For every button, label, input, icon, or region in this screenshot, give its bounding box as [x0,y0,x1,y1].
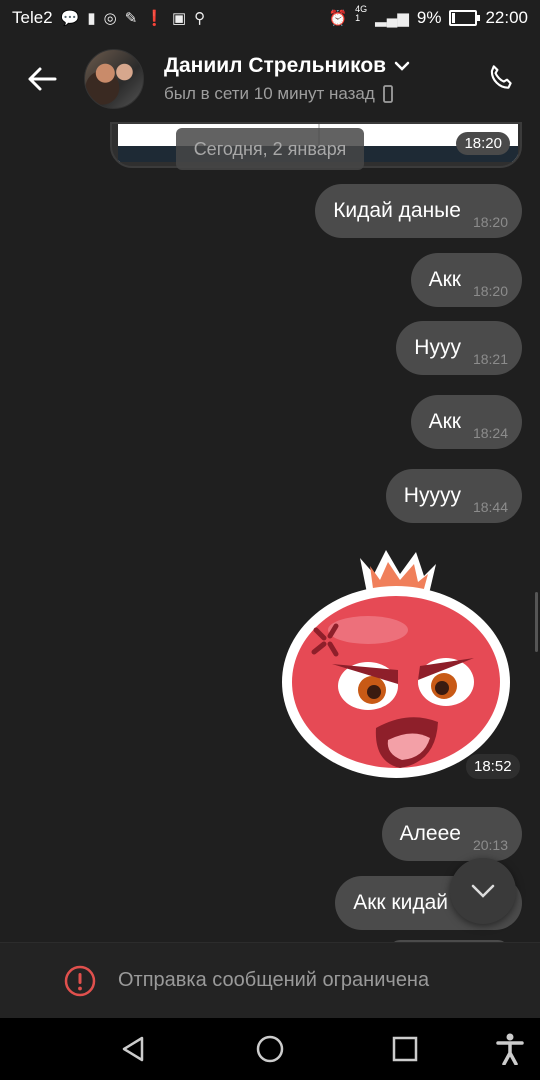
battery-fill [452,13,455,23]
message-text: Кидай даные [333,199,461,222]
last-seen: был в сети 10 минут назад [164,84,375,103]
carrier-label: Tele2 [12,8,53,27]
status-left: Tele2 💬 ▮ ◎ ✎ ❗ ▣ ⚲ [12,8,205,28]
battery-icon [449,10,481,26]
chat-notification-icon: 💬 [60,10,80,27]
chevron-down-icon [394,61,410,71]
message-time: 20:13 [472,837,508,853]
message-time: 18:24 [472,425,508,441]
mobile-phone-icon [382,85,393,103]
circle-home-icon [256,1035,284,1063]
message-bubble[interactable]: Нуууу 18:44 [385,469,522,523]
message-icon: ❗ [145,10,164,27]
signal-icon: ▂▄▆ [375,10,409,27]
alert-circle-icon [64,965,96,996]
message-time: 18:20 [472,214,508,230]
messaging-restricted-bar: Отправка сообщений ограничена [0,942,540,1018]
message-text: Акк [428,268,461,291]
contact-name: Даниил Стрельников [164,54,387,77]
message-list[interactable]: 18:20 Сегодня, 2 января Кидай даные 18:2… [0,122,540,942]
message-time: 18:21 [472,351,508,367]
square-recents-icon [392,1036,418,1062]
network-type: 4G 1 [355,5,367,23]
message-text: Акк кидай [353,891,448,914]
status-right: ⏰ 4G 1 ▂▄▆ 9% 22:00 [328,5,528,28]
arrow-left-icon [28,67,57,91]
nav-back-button[interactable] [116,1031,152,1067]
message-time: 18:44 [472,499,508,515]
network-sim-label: 1 [355,13,361,23]
image-icon: ▣ [171,10,187,27]
message-text: Нуууу [403,484,461,507]
cleaner-icon: ✎ [124,10,138,27]
triangle-back-icon [122,1036,144,1062]
message-text: Нууу [414,336,461,359]
date-separator: Сегодня, 2 января [176,128,364,170]
scroll-to-bottom-button[interactable] [450,858,516,924]
message-time: 18:20 [472,283,508,299]
accessibility-button[interactable] [492,1031,528,1067]
angry-pomegranate-sticker[interactable] [278,540,514,780]
contact-name-row: Даниил Стрельников [164,54,476,78]
message-bubble[interactable]: Нууу 18:21 [396,321,522,375]
nav-recents-button[interactable] [387,1031,423,1067]
search-icon: ⚲ [194,10,206,27]
system-navigation-bar [0,1018,540,1080]
accessibility-icon [496,1033,524,1065]
sticker-time: 18:52 [466,754,520,779]
battery-percent: 9% [416,8,442,27]
phone-icon [490,65,512,89]
message-text: Акк [428,410,461,433]
back-button[interactable] [14,51,70,107]
chat-header: Даниил Стрельников был в сети 10 минут н… [0,36,540,122]
chevron-down-icon [471,884,495,898]
contact-info[interactable]: Даниил Стрельников был в сети 10 минут н… [164,54,476,104]
alarm-icon: ⏰ [328,10,348,27]
avatar[interactable] [84,49,144,109]
message-bubble[interactable]: Акк 18:20 [410,253,522,307]
status-bar: Tele2 💬 ▮ ◎ ✎ ❗ ▣ ⚲ ⏰ 4G 1 ▂▄▆ 9% 22:00 [0,0,540,36]
message-text: Алеее [399,822,461,845]
message-bubble[interactable]: Алеее 20:13 [381,807,522,861]
message-bubble[interactable]: Акк 18:24 [410,395,522,449]
message-time: 18:20 [456,132,510,155]
hotspot-icon: ◎ [103,10,117,27]
call-button[interactable] [476,54,526,104]
nav-home-button[interactable] [252,1031,288,1067]
message-bubble[interactable]: Кидай даные 18:20 [315,184,522,238]
clock: 22:00 [485,8,528,27]
last-seen-row: был в сети 10 минут назад [164,84,476,104]
sd-card-icon: ▮ [87,10,96,27]
scrollbar[interactable] [535,592,538,652]
restricted-message: Отправка сообщений ограничена [118,969,430,991]
